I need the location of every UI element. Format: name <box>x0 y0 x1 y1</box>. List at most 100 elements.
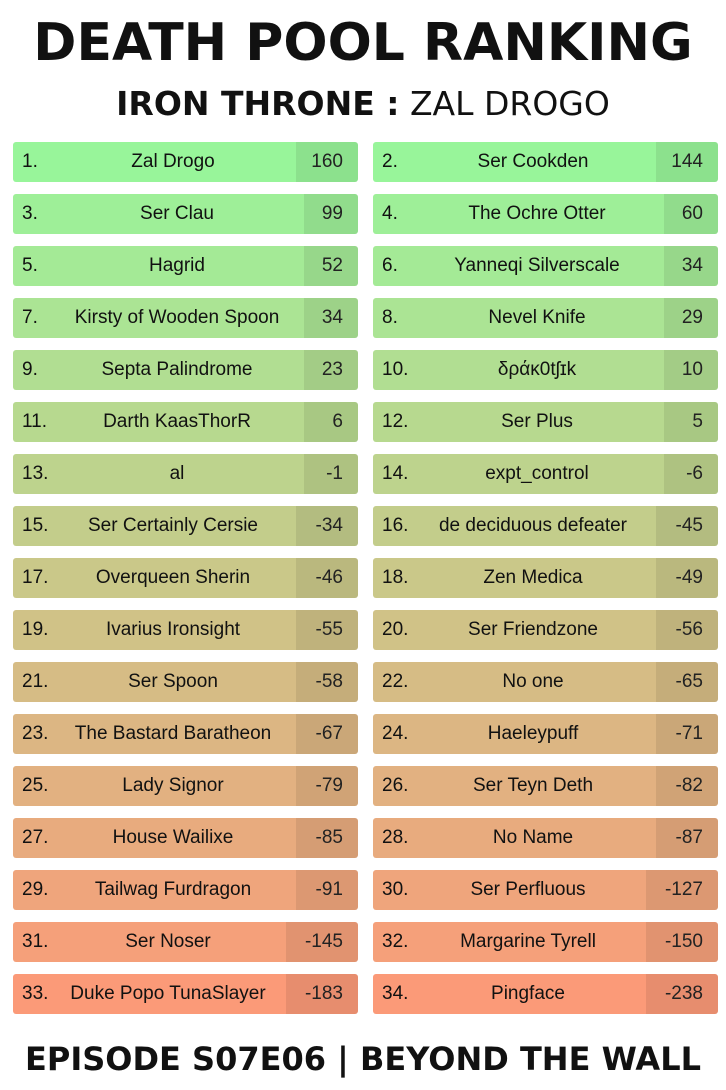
player-score: 34 <box>664 246 718 286</box>
rank-number: 3. <box>22 203 38 224</box>
player-score: -145 <box>286 922 358 962</box>
ranking-card: 24. Haeleypuff -71 <box>373 714 718 754</box>
player-name: Ser Plus <box>501 411 573 432</box>
ranking-row: 17. Overqueen Sherin -46 18. Zen Medica -49 <box>13 558 718 598</box>
rank-number: 25. <box>22 775 49 796</box>
player-score: 52 <box>304 246 358 286</box>
ranking-card: 20. Ser Friendzone -56 <box>373 610 718 650</box>
player-name: No one <box>502 671 564 692</box>
subtitle-winner: ZAL DROGO <box>409 84 610 123</box>
ranking-card: 14. expt_control -6 <box>373 454 718 494</box>
rank-number: 26. <box>382 775 409 796</box>
player-name: Darth KaasThorR <box>103 411 251 432</box>
ranking-card: 4. The Ochre Otter 60 <box>373 194 718 234</box>
rank-number: 21. <box>22 671 49 692</box>
rank-number: 22. <box>382 671 409 692</box>
rank-number: 19. <box>22 619 49 640</box>
player-name: Ser Certainly Cersie <box>88 515 258 536</box>
rank-number: 9. <box>22 359 38 380</box>
player-score: -6 <box>664 454 718 494</box>
ranking-card: 2. Ser Cookden 144 <box>373 142 718 182</box>
player-name: Overqueen Sherin <box>95 567 251 588</box>
ranking-card: 11. Darth KaasThorR 6 <box>13 402 358 442</box>
player-score: -67 <box>296 714 358 754</box>
ranking-card: 31. Ser Noser -145 <box>13 922 358 962</box>
ranking-card: 25. Lady Signor -79 <box>13 766 358 806</box>
ranking-card: 22. No one -65 <box>373 662 718 702</box>
ranking-card: 16. de deciduous defeater -45 <box>373 506 718 546</box>
episode-footer: EPISODE S07E06 | BEYOND THE WALL <box>25 1040 701 1078</box>
rank-number: 16. <box>382 515 409 536</box>
player-name: The Bastard Baratheon <box>74 723 272 744</box>
rank-number: 33. <box>22 983 49 1004</box>
rank-number: 15. <box>22 515 49 536</box>
player-name: House Wailixe <box>112 827 234 848</box>
player-score: 5 <box>664 402 718 442</box>
player-name: Lady Signor <box>122 775 224 796</box>
rank-number: 8. <box>382 307 398 328</box>
player-name: Margarine Tyrell <box>460 931 596 952</box>
player-score: 99 <box>304 194 358 234</box>
rank-number: 7. <box>22 307 38 328</box>
player-score: -58 <box>296 662 358 702</box>
rank-number: 31. <box>22 931 49 952</box>
ranking-row: 7. Kirsty of Wooden Spoon 34 8. Nevel Knife 2… <box>13 298 718 338</box>
player-score: -150 <box>646 922 718 962</box>
ranking-card: 28. No Name -87 <box>373 818 718 858</box>
rank-number: 13. <box>22 463 49 484</box>
ranking-row: 31. Ser Noser -145 32. Margarine Tyrell -150 <box>13 922 718 962</box>
ranking-card: 5. Hagrid 52 <box>13 246 358 286</box>
player-name: Haeleypuff <box>487 723 579 744</box>
player-score: 144 <box>656 142 718 182</box>
ranking-card: 7. Kirsty of Wooden Spoon 34 <box>13 298 358 338</box>
player-name: Ivarius Ironsight <box>105 619 241 640</box>
player-name: de deciduous defeater <box>438 515 628 536</box>
rank-number: 10. <box>382 359 409 380</box>
ranking-card: 1. Zal Drogo 160 <box>13 142 358 182</box>
player-name: expt_control <box>485 463 589 484</box>
ranking-row: 21. Ser Spoon -58 22. No one -65 <box>13 662 718 702</box>
player-score: -71 <box>656 714 718 754</box>
player-name: Nevel Knife <box>488 307 586 328</box>
player-score: 10 <box>664 350 718 390</box>
ranking-card: 3. Ser Clau 99 <box>13 194 358 234</box>
player-name: al <box>169 463 185 484</box>
ranking-card: 19. Ivarius Ironsight -55 <box>13 610 358 650</box>
ranking-card: 27. House Wailixe -85 <box>13 818 358 858</box>
player-score: 6 <box>304 402 358 442</box>
page-title: DEATH POOL RANKING <box>33 13 693 73</box>
ranking-card: 18. Zen Medica -49 <box>373 558 718 598</box>
rank-number: 12. <box>382 411 409 432</box>
ranking-card: 17. Overqueen Sherin -46 <box>13 558 358 598</box>
rank-number: 11. <box>22 411 48 432</box>
ranking-row: 9. Septa Palindrome 23 10. δράκ0tʃɪk 10 <box>13 350 718 390</box>
player-score: -56 <box>656 610 718 650</box>
ranking-card: 32. Margarine Tyrell -150 <box>373 922 718 962</box>
ranking-row: 5. Hagrid 52 6. Yanneqi Silverscale 34 <box>13 246 718 286</box>
player-name: Duke Popo TunaSlayer <box>70 983 266 1004</box>
ranking-card: 6. Yanneqi Silverscale 34 <box>373 246 718 286</box>
player-name: Ser Cookden <box>477 151 589 172</box>
ranking-row: 3. Ser Clau 99 4. The Ochre Otter 60 <box>13 194 718 234</box>
rank-number: 1. <box>22 151 38 172</box>
ranking-card: 30. Ser Perfluous -127 <box>373 870 718 910</box>
ranking-row: 33. Duke Popo TunaSlayer -183 34. Pingface -2… <box>13 974 718 1014</box>
rank-number: 2. <box>382 151 398 172</box>
ranking-row: 29. Tailwag Furdragon -91 30. Ser Perfluous -… <box>13 870 718 910</box>
player-name: Septa Palindrome <box>101 359 253 380</box>
player-name: Ser Friendzone <box>468 619 598 640</box>
ranking-card: 33. Duke Popo TunaSlayer -183 <box>13 974 358 1014</box>
player-score: -82 <box>656 766 718 806</box>
ranking-row: 25. Lady Signor -79 26. Ser Teyn Deth -82 <box>13 766 718 806</box>
ranking-row: 27. House Wailixe -85 28. No Name -87 <box>13 818 718 858</box>
player-score: -45 <box>656 506 718 546</box>
player-name: Ser Perfluous <box>470 879 586 900</box>
ranking-card: 26. Ser Teyn Deth -82 <box>373 766 718 806</box>
player-score: -1 <box>304 454 358 494</box>
player-name: Zen Medica <box>483 567 583 588</box>
player-score: 34 <box>304 298 358 338</box>
ranking-row: 11. Darth KaasThorR 6 12. Ser Plus 5 <box>13 402 718 442</box>
player-name: δράκ0tʃɪk <box>497 359 577 380</box>
rank-number: 17. <box>22 567 49 588</box>
player-score: -183 <box>286 974 358 1014</box>
